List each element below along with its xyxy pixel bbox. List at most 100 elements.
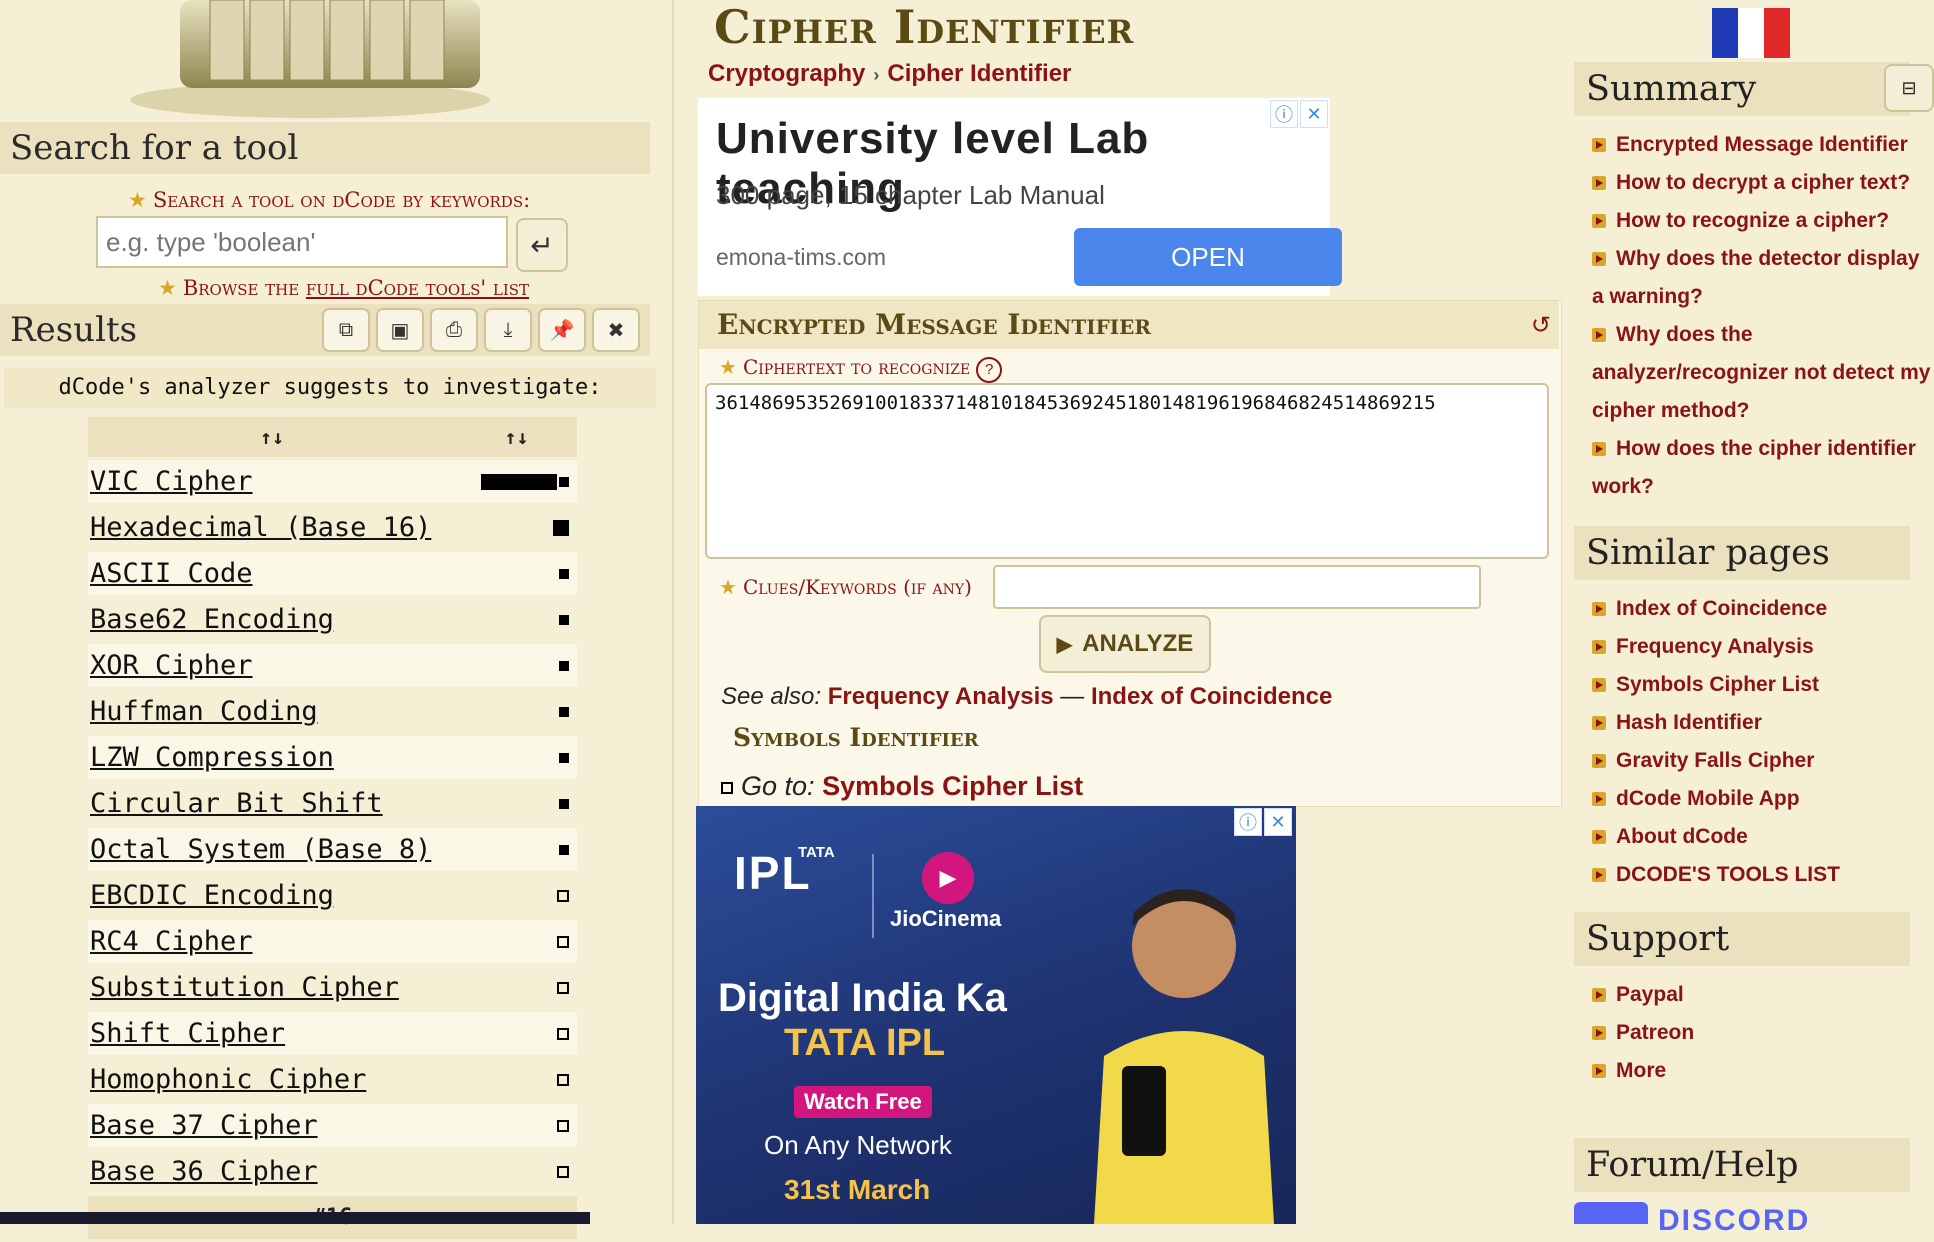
table-row[interactable]: XOR Cipher [88,644,577,687]
similar-page-link[interactable]: Symbols Cipher List [1616,673,1819,696]
table-row[interactable]: LZW Compression [88,736,577,779]
result-name-link[interactable]: XOR Cipher [88,644,456,687]
copy-button[interactable]: ⧉ [322,308,370,352]
table-row[interactable]: Base 36 Cipher [88,1150,577,1193]
result-name-link[interactable]: Huffman Coding [88,690,456,733]
similar-page-item[interactable]: About dCode [1592,818,1934,856]
result-name-link[interactable]: ASCII Code [88,552,456,595]
result-name-link[interactable]: LZW Compression [88,736,456,779]
close-results-button[interactable]: ✖ [592,308,640,352]
ad-info-icon[interactable]: ⓘ [1234,808,1262,836]
similar-page-item[interactable]: DCODE'S TOOLS LIST [1592,856,1934,894]
support-link[interactable]: Paypal [1616,983,1684,1006]
similar-page-item[interactable]: Hash Identifier [1592,704,1934,742]
french-flag-icon[interactable] [1712,8,1790,58]
download-button[interactable]: ⤓ [484,308,532,352]
result-name-link[interactable]: VIC Cipher [88,460,456,503]
summary-link[interactable]: How to recognize a cipher? [1616,209,1889,232]
ad-open-button[interactable]: OPEN [1074,228,1342,286]
tool-search-input[interactable] [96,216,508,268]
support-item[interactable]: Patreon [1592,1014,1934,1052]
ad-close-icon[interactable]: ✕ [1264,808,1292,836]
summary-link[interactable]: Why does the detector display a warning? [1592,247,1919,308]
clues-input[interactable] [993,565,1481,609]
table-row[interactable]: Base62 Encoding [88,598,577,641]
ad-watch-free-button[interactable]: Watch Free [794,1086,932,1118]
similar-page-link[interactable]: Index of Coincidence [1616,597,1827,620]
result-name-link[interactable]: Circular Bit Shift [88,782,456,825]
left-ad-banner[interactable] [0,1212,590,1224]
similar-page-link[interactable]: About dCode [1616,825,1748,848]
discord-text[interactable]: DISCORD [1658,1204,1810,1238]
support-item[interactable]: More [1592,1052,1934,1090]
similar-page-link[interactable]: Frequency Analysis [1616,635,1814,658]
similar-page-item[interactable]: Frequency Analysis [1592,628,1934,666]
support-item[interactable]: Paypal [1592,976,1934,1014]
table-row[interactable]: Homophonic Cipher [88,1058,577,1101]
similar-page-link[interactable]: DCODE'S TOOLS LIST [1616,863,1840,886]
summary-item[interactable]: How does the cipher identifier work? [1592,430,1934,506]
table-row[interactable]: EBCDIC Encoding [88,874,577,917]
print-button[interactable]: ⎙ [430,308,478,352]
table-row[interactable]: Huffman Coding [88,690,577,733]
table-row[interactable]: Hexadecimal (Base 16) [88,506,577,549]
table-row[interactable]: VIC Cipher [88,460,577,503]
result-name-link[interactable]: EBCDIC Encoding [88,874,456,917]
table-row[interactable]: Base 37 Cipher [88,1104,577,1147]
table-row[interactable]: RC4 Cipher [88,920,577,963]
browse-tools-link[interactable]: full dCode tools' list [306,276,529,300]
sort-name-header[interactable]: ↑↓ [88,417,456,457]
symbols-cipher-list-link[interactable]: Symbols Cipher List [822,771,1083,801]
summary-item[interactable]: How to decrypt a cipher text? [1592,164,1934,202]
ad-banner-top[interactable]: University level Lab teaching 300 page, … [698,98,1342,296]
table-row[interactable]: Substitution Cipher [88,966,577,1009]
similar-page-link[interactable]: Gravity Falls Cipher [1616,749,1814,772]
see-also-frequency-analysis-link[interactable]: Frequency Analysis [828,683,1054,710]
result-name-link[interactable]: Base 37 Cipher [88,1104,456,1147]
summary-link[interactable]: Why does the analyzer/recognizer not det… [1592,323,1930,422]
ad-close-icon[interactable]: ✕ [1300,100,1328,128]
search-submit-button[interactable]: ↵ [516,218,568,272]
summary-item[interactable]: How to recognize a cipher? [1592,202,1934,240]
refresh-icon[interactable]: ↺ [1531,311,1551,340]
summary-link[interactable]: Encrypted Message Identifier [1616,133,1908,156]
discord-logo-icon[interactable] [1574,1202,1648,1224]
summary-item[interactable]: Encrypted Message Identifier [1592,126,1934,164]
ad-banner-ipl[interactable]: TATA IPL ▶ JioCinema Digital India Ka TA… [696,806,1296,1224]
support-link[interactable]: More [1616,1059,1666,1082]
see-also-index-of-coincidence-link[interactable]: Index of Coincidence [1091,683,1332,710]
result-name-link[interactable]: Base 36 Cipher [88,1150,456,1193]
result-name-link[interactable]: Base62 Encoding [88,598,456,641]
sort-score-header[interactable]: ↑↓ [456,417,577,457]
summary-item[interactable]: Why does the detector display a warning? [1592,240,1934,316]
result-name-link[interactable]: Substitution Cipher [88,966,456,1009]
summary-link[interactable]: How to decrypt a cipher text? [1616,171,1910,194]
support-link[interactable]: Patreon [1616,1021,1694,1044]
result-name-link[interactable]: RC4 Cipher [88,920,456,963]
help-icon[interactable]: ? [976,356,1003,383]
collapse-button[interactable]: ⊟ [1884,64,1934,112]
similar-page-item[interactable]: Symbols Cipher List [1592,666,1934,704]
similar-page-item[interactable]: dCode Mobile App [1592,780,1934,818]
result-name-link[interactable]: Homophonic Cipher [88,1058,456,1101]
ad-info-icon[interactable]: ⓘ [1270,100,1298,128]
table-row[interactable]: Shift Cipher [88,1012,577,1055]
table-row[interactable]: ASCII Code [88,552,577,595]
save-button[interactable]: ▣ [376,308,424,352]
similar-page-item[interactable]: Gravity Falls Cipher [1592,742,1934,780]
breadcrumb-cipher-identifier[interactable]: Cipher Identifier [887,60,1071,87]
similar-page-item[interactable]: Index of Coincidence [1592,590,1934,628]
summary-item[interactable]: Why does the analyzer/recognizer not det… [1592,316,1934,430]
pin-button[interactable]: 📌 [538,308,586,352]
similar-page-link[interactable]: Hash Identifier [1616,711,1762,734]
summary-link[interactable]: How does the cipher identifier work? [1592,437,1916,498]
result-name-link[interactable]: Hexadecimal (Base 16) [88,506,456,549]
analyze-button[interactable]: ▶ ANALYZE [1039,615,1211,673]
ciphertext-textarea[interactable]: 3614869535269100183371481018453692451801… [705,383,1549,559]
similar-page-link[interactable]: dCode Mobile App [1616,787,1800,810]
result-name-link[interactable]: Octal System (Base 8) [88,828,456,871]
breadcrumb-cryptography[interactable]: Cryptography [708,60,865,87]
table-row[interactable]: Octal System (Base 8) [88,828,577,871]
result-name-link[interactable]: Shift Cipher [88,1012,456,1055]
table-row[interactable]: Circular Bit Shift [88,782,577,825]
